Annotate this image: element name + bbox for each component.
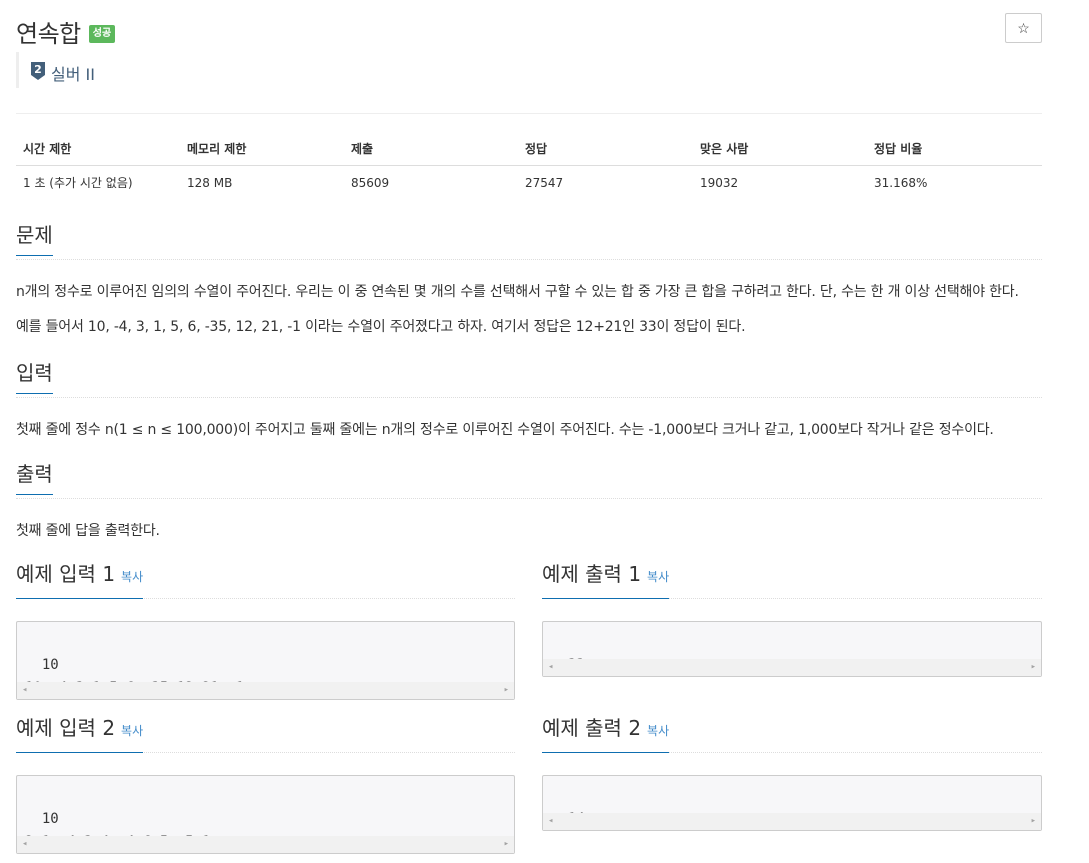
scroll-left-icon[interactable]: ◂ [22,839,27,849]
sample-input-2-heading: 예제 입력 2 복사 [16,715,144,753]
header-solved-users: 맞은 사람 [693,132,867,166]
header-accepted: 정답 [518,132,693,166]
value-memory-limit: 128 MB [187,175,233,190]
sample-output-2-header: 예제 출력 2 복사 [542,715,1042,753]
output-description: 첫째 줄에 답을 출력한다. [16,523,160,539]
header-time-limit: 시간 제한 [16,132,180,166]
value-submissions: 85609 [351,175,390,190]
sample-input-1-heading: 예제 입력 1 복사 [16,561,144,599]
description-paragraph-2: 예를 들어서 10, -4, 3, 1, 5, 6, -35, 12, 21, … [16,319,746,335]
value-time-limit: 1 초 (추가 시간 없음) [23,176,133,191]
status-badge: 성공 [88,24,116,43]
sample-input-2-box[interactable]: 10 2 1 -4 3 4 -4 6 5 -5 1 ◂ ▸ [16,775,515,854]
header-memory-limit: 메모리 제한 [180,132,344,166]
table-header-row: 시간 제한 메모리 제한 제출 정답 맞은 사람 정답 비율 [16,132,1042,166]
sample-input-1-header: 예제 입력 1 복사 [16,561,515,599]
scroll-right-icon[interactable]: ▸ [504,685,509,695]
copy-sample-input-2-button[interactable]: 복사 [121,724,143,738]
scroll-right-icon[interactable]: ▸ [504,839,509,849]
horizontal-scrollbar[interactable]: ◂ ▸ [543,813,1041,830]
sample-input-2-header: 예제 입력 2 복사 [16,715,515,753]
scroll-right-icon[interactable]: ▸ [1031,816,1036,826]
problem-title: 연속합 [16,20,81,48]
scroll-right-icon[interactable]: ▸ [1031,662,1036,672]
problem-title-row: 연속합 성공 [16,14,116,49]
value-solved-users: 19032 [700,175,739,190]
sample-input-1-box[interactable]: 10 10 -4 3 1 5 6 -35 12 21 -1 ◂ ▸ [16,621,515,700]
table-row: 1 초 (추가 시간 없음) 128 MB 85609 27547 19032 … [16,166,1042,200]
sample-output-1-heading: 예제 출력 1 복사 [542,561,670,599]
input-section-header: 입력 [16,360,1042,398]
tier-label: 실버 II [51,65,95,84]
value-accepted: 27547 [525,175,564,190]
description-paragraph-1: n개의 정수로 이루어진 임의의 수열이 주어진다. 우리는 이 중 연속된 몇… [16,284,1019,300]
tier-row: 2 실버 II [16,52,95,88]
header-accept-ratio: 정답 비율 [867,132,1042,166]
scroll-left-icon[interactable]: ◂ [22,685,27,695]
value-accept-ratio: 31.168% [874,175,928,190]
horizontal-scrollbar[interactable]: ◂ ▸ [17,682,514,699]
description-section-header: 문제 [16,222,1042,260]
problem-info-table: 시간 제한 메모리 제한 제출 정답 맞은 사람 정답 비율 1 초 (추가 시… [16,132,1042,200]
tier-badge-icon: 2 [31,62,45,80]
tier-level: 2 [34,63,42,76]
scroll-left-icon[interactable]: ◂ [548,816,553,826]
sample-output-2-heading: 예제 출력 2 복사 [542,715,670,753]
input-description: 첫째 줄에 정수 n(1 ≤ n ≤ 100,000)이 주어지고 둘째 줄에는… [16,422,994,438]
star-icon: ☆ [1017,19,1030,36]
output-section-header: 출력 [16,461,1042,499]
copy-sample-output-1-button[interactable]: 복사 [647,570,669,584]
input-heading: 입력 [16,360,53,394]
star-button[interactable]: ☆ [1005,13,1042,43]
sample-output-1-header: 예제 출력 1 복사 [542,561,1042,599]
copy-sample-output-2-button[interactable]: 복사 [647,724,669,738]
sample-output-2-box[interactable]: 14 ◂ ▸ [542,775,1042,831]
sample-output-1-box[interactable]: 33 ◂ ▸ [542,621,1042,677]
horizontal-scrollbar[interactable]: ◂ ▸ [17,836,514,853]
divider [16,113,1042,114]
scroll-left-icon[interactable]: ◂ [548,662,553,672]
description-heading: 문제 [16,222,53,256]
horizontal-scrollbar[interactable]: ◂ ▸ [543,659,1041,676]
header-submissions: 제출 [344,132,518,166]
copy-sample-input-1-button[interactable]: 복사 [121,570,143,584]
output-heading: 출력 [16,461,53,495]
